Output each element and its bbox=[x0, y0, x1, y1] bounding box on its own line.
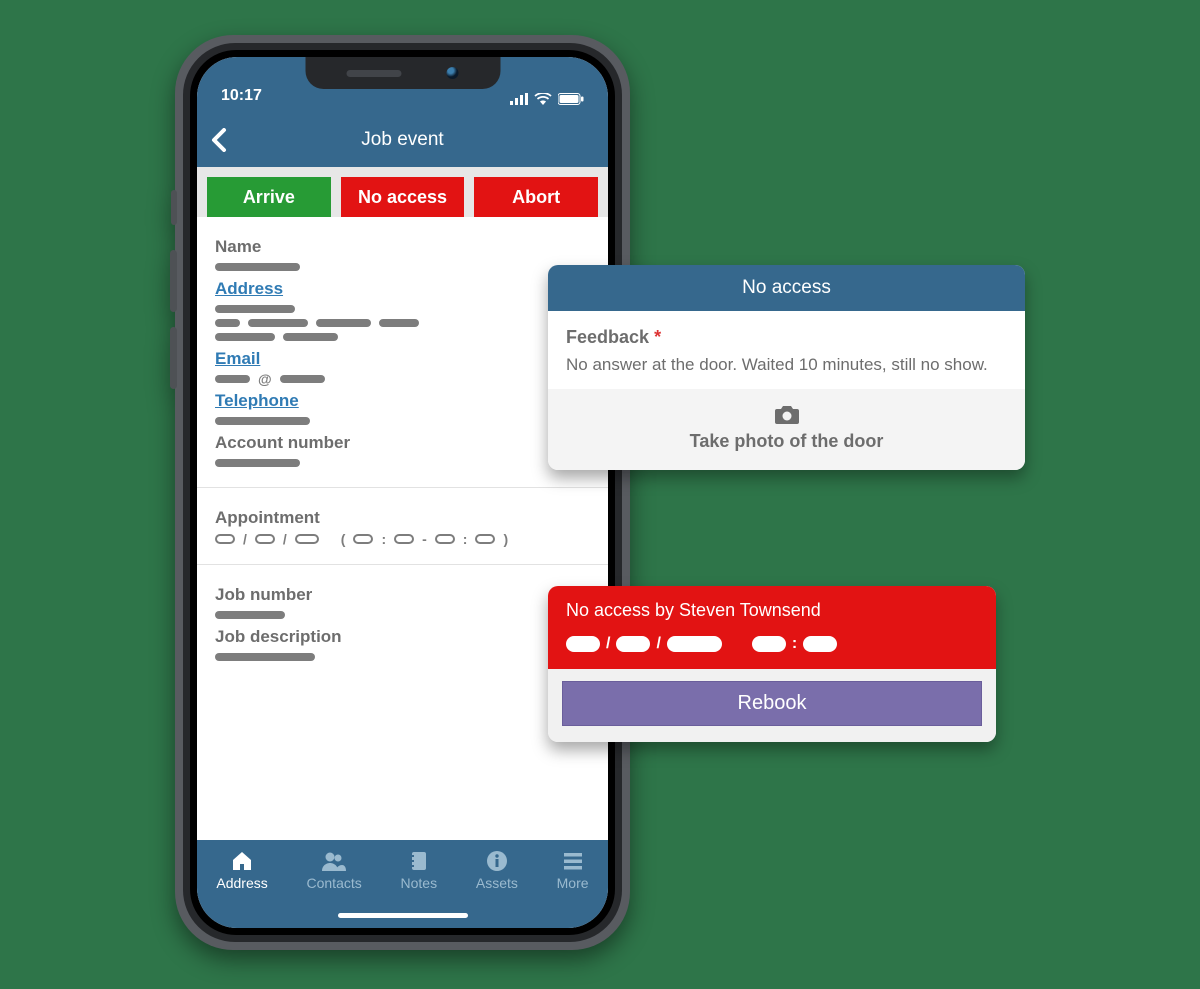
info-icon bbox=[486, 850, 508, 872]
camera-icon bbox=[774, 403, 800, 425]
label-job-description: Job description bbox=[215, 627, 590, 647]
battery-icon bbox=[558, 93, 584, 105]
wifi-icon bbox=[534, 93, 552, 105]
notes-icon bbox=[409, 850, 429, 872]
abort-button[interactable]: Abort bbox=[474, 177, 598, 217]
back-button[interactable] bbox=[211, 128, 227, 152]
label-address[interactable]: Address bbox=[215, 279, 590, 299]
required-indicator: * bbox=[654, 327, 661, 347]
home-indicator[interactable] bbox=[338, 913, 468, 918]
label-telephone[interactable]: Telephone bbox=[215, 391, 590, 411]
phone-screen: 10:17 Job event Arrive No access Abort bbox=[197, 57, 608, 928]
no-access-card-title: No access bbox=[548, 265, 1025, 311]
tab-bar: Address Contacts Notes Assets More bbox=[197, 840, 608, 928]
tab-contacts[interactable]: Contacts bbox=[307, 850, 362, 891]
contacts-icon bbox=[321, 850, 347, 872]
chevron-left-icon bbox=[211, 128, 227, 152]
tab-label: Contacts bbox=[307, 875, 362, 891]
tab-notes[interactable]: Notes bbox=[401, 850, 438, 891]
feedback-input[interactable]: No answer at the door. Waited 10 minutes… bbox=[566, 354, 1007, 377]
take-photo-label: Take photo of the door bbox=[690, 431, 884, 452]
status-time: 10:17 bbox=[221, 87, 262, 105]
app-header: Job event bbox=[197, 113, 608, 167]
take-photo-button[interactable]: Take photo of the door bbox=[548, 389, 1025, 470]
tab-label: More bbox=[557, 875, 589, 891]
rebook-datetime: // : bbox=[566, 635, 978, 653]
phone-mockup: 10:17 Job event Arrive No access Abort bbox=[175, 35, 630, 950]
label-email[interactable]: Email bbox=[215, 349, 590, 369]
label-appointment: Appointment bbox=[215, 508, 590, 528]
tab-assets[interactable]: Assets bbox=[476, 850, 518, 891]
tab-label: Assets bbox=[476, 875, 518, 891]
tab-address[interactable]: Address bbox=[216, 850, 267, 891]
tab-more[interactable]: More bbox=[557, 850, 589, 891]
home-icon bbox=[230, 850, 254, 872]
label-account-number: Account number bbox=[215, 433, 590, 453]
tab-label: Notes bbox=[401, 875, 438, 891]
menu-icon bbox=[562, 850, 584, 872]
phone-notch bbox=[305, 57, 500, 89]
feedback-label-text: Feedback bbox=[566, 327, 649, 347]
page-title: Job event bbox=[361, 129, 443, 151]
label-job-number: Job number bbox=[215, 585, 590, 605]
tab-label: Address bbox=[216, 875, 267, 891]
signal-icon bbox=[510, 93, 528, 105]
no-access-button[interactable]: No access bbox=[341, 177, 465, 217]
rebook-title: No access by Steven Townsend bbox=[566, 600, 978, 621]
label-name: Name bbox=[215, 237, 590, 257]
status-icons bbox=[510, 93, 584, 105]
rebook-card: No access by Steven Townsend // : Rebook bbox=[548, 586, 996, 742]
arrive-button[interactable]: Arrive bbox=[207, 177, 331, 217]
rebook-button[interactable]: Rebook bbox=[562, 681, 982, 726]
no-access-card: No access Feedback * No answer at the do… bbox=[548, 265, 1025, 470]
feedback-label: Feedback * bbox=[566, 327, 1007, 348]
job-content: Name Address Email @ Telephone bbox=[197, 217, 608, 840]
